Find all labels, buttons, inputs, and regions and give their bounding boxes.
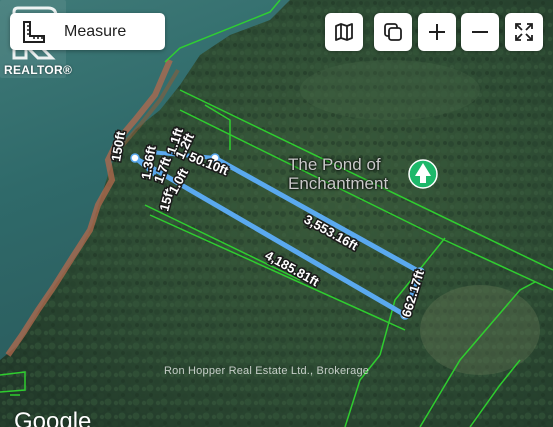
place-name-line2: Enchantment <box>288 174 389 193</box>
zoom-in-button[interactable] <box>418 13 456 51</box>
copy-button[interactable] <box>374 13 412 51</box>
zoom-out-button[interactable] <box>461 13 499 51</box>
brokerage-attribution: Ron Hopper Real Estate Ltd., Brokerage <box>164 365 370 377</box>
google-logo: Google <box>14 408 92 427</box>
map-view[interactable]: 3,553.16ft 4,185.81ft 662.17ft 50.10ft 1… <box>0 0 553 427</box>
fullscreen-button[interactable] <box>505 13 543 51</box>
measure-button[interactable]: Measure <box>10 13 165 50</box>
fullscreen-icon <box>515 23 533 41</box>
map-icon <box>335 23 353 41</box>
realtor-logo-text: REALTOR® <box>4 63 73 77</box>
plus-icon <box>429 24 445 40</box>
map-type-button[interactable] <box>325 13 363 51</box>
ruler-icon <box>23 20 45 43</box>
copy-icon <box>384 23 402 41</box>
place-label[interactable]: The Pond of Enchantment <box>288 155 388 193</box>
satellite-map[interactable]: 3,553.16ft 4,185.81ft 662.17ft 50.10ft 1… <box>0 0 553 427</box>
tree-pin-icon[interactable] <box>408 159 438 189</box>
place-name-line1: The Pond of <box>288 155 381 174</box>
minus-icon <box>472 31 488 33</box>
measure-label: Measure <box>64 22 127 40</box>
